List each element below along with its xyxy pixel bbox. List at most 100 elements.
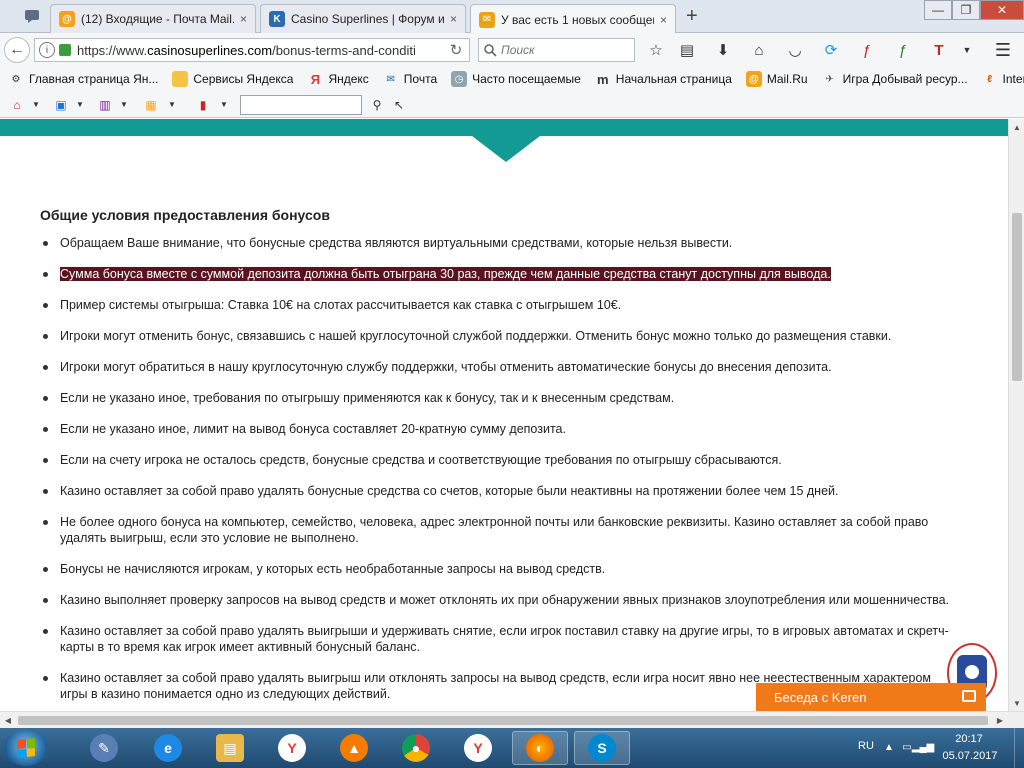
star-icon[interactable]: ☆ [647, 41, 665, 59]
bookmark-start-page[interactable]: m Начальная страница [595, 71, 732, 87]
mail-ru-icon: @ [745, 71, 762, 87]
bookmark-yandex[interactable]: Я Яндекс [307, 71, 369, 87]
tab-title: Casino Superlines | Форум иг [291, 12, 444, 26]
language-indicator[interactable]: RU [858, 740, 874, 752]
close-window-button[interactable]: ✕ [980, 0, 1024, 20]
list-item: Пример системы отыгрыша: Ставка 10€ на с… [40, 297, 960, 313]
show-desktop-button[interactable] [1014, 728, 1024, 768]
firefox-icon: ◐ [526, 734, 554, 762]
chat-widget-button[interactable]: Беседа с Keren [756, 683, 986, 711]
vertical-scrollbar[interactable]: ▲ ▼ [1008, 119, 1024, 711]
taskbar-app-skype[interactable]: S [574, 731, 630, 765]
close-tab-icon[interactable]: × [660, 13, 667, 27]
bookmark-frequent[interactable]: ◷ Часто посещаемые [451, 71, 581, 87]
header-arrow-icon [472, 136, 540, 162]
bookmark-yandex-home[interactable]: ⚙ Главная страница Ян... [8, 71, 159, 87]
maximize-button[interactable]: ❐ [952, 0, 980, 20]
pinned-tab[interactable] [22, 6, 42, 26]
start-button[interactable] [4, 730, 48, 766]
taskbar-app-yandex-2[interactable]: Y [450, 731, 506, 765]
dropdown-icon[interactable]: ▼ [32, 100, 40, 109]
bonus-terms-section: Общие условия предоставления бонусов Обр… [40, 207, 960, 711]
taskbar-app-explorer[interactable]: ▤ [202, 731, 258, 765]
taskbar-app-yandex[interactable]: Y [264, 731, 320, 765]
search-icon [484, 44, 497, 57]
new-tab-button[interactable]: + [686, 5, 698, 28]
show-hidden-icons-icon[interactable]: ▲ [882, 740, 896, 754]
tab-casino-forum[interactable]: K Casino Superlines | Форум иг × [260, 4, 466, 33]
flash-icon[interactable]: ƒ [858, 41, 876, 59]
taskbar-app-firefox[interactable]: ◐ [512, 731, 568, 765]
windows-logo-icon [17, 738, 35, 758]
cursor-icon[interactable]: ↖ [390, 96, 408, 114]
mail-ru-icon: @ [59, 11, 75, 27]
scroll-left-icon[interactable]: ◀ [0, 712, 16, 728]
tab-title: (12) Входящие - Почта Mail.R [81, 12, 234, 26]
search-input[interactable] [501, 43, 621, 57]
taskbar-app-avast[interactable]: ▲ [326, 731, 382, 765]
arrow-left-icon: ← [9, 41, 25, 58]
dropdown-icon[interactable]: ▼ [76, 100, 84, 109]
bookmark-yandex-services[interactable]: Сервисы Яндекса [172, 71, 293, 87]
flash-green-icon[interactable]: ƒ [894, 41, 912, 59]
bookmark-label: Часто посещаемые [472, 72, 581, 86]
bookmark-game[interactable]: ✈ Игра Добывай ресур... [822, 71, 967, 87]
page-icon[interactable]: ▣ [52, 96, 70, 114]
chat-label: Беседа с Keren [774, 689, 867, 705]
taskbar-app-utility[interactable]: ✎ [76, 731, 132, 765]
sync-icon[interactable]: ⟳ [822, 41, 840, 59]
scroll-right-icon[interactable]: ▶ [992, 712, 1008, 728]
home-icon[interactable]: ⌂ [750, 41, 768, 59]
search-box[interactable] [478, 38, 635, 62]
translate-icon[interactable]: T [930, 41, 948, 59]
scroll-thumb[interactable] [18, 716, 988, 725]
system-tray: RU ▲ ▭ ▂▄▆ 20:17 05.07.2017 [848, 728, 1024, 768]
taskbar-app-ie[interactable]: e [140, 731, 196, 765]
bookmark-mail-ru[interactable]: @ Mail.Ru [745, 71, 808, 87]
clipboard-icon[interactable]: ▦ [142, 96, 160, 114]
pocket-icon[interactable]: ◡ [786, 41, 804, 59]
scroll-thumb[interactable] [1012, 213, 1022, 381]
book-icon[interactable]: ▮ [194, 96, 212, 114]
dropdown-icon[interactable]: ▼ [120, 100, 128, 109]
tab-messages-active[interactable]: ✉ У вас есть 1 новых сообщен × [470, 4, 676, 34]
dropdown-icon[interactable]: ▼ [168, 100, 176, 109]
scroll-up-icon[interactable]: ▲ [1009, 119, 1024, 135]
dropdown-icon[interactable]: ▼ [958, 41, 976, 59]
list-item-highlighted: Сумма бонуса вместе с суммой депозита до… [40, 266, 960, 282]
close-tab-icon[interactable]: × [450, 12, 457, 26]
reading-list-icon[interactable]: ▤ [678, 41, 696, 59]
back-button[interactable]: ← [4, 37, 30, 63]
download-icon[interactable]: ⬇ [714, 41, 732, 59]
chat-window-icon[interactable] [962, 690, 976, 702]
address-bar[interactable]: i https://www.casinosuperlines.com/bonus… [34, 38, 470, 62]
signal-icon[interactable]: ▂▄▆ [912, 740, 934, 754]
lock-icon[interactable] [59, 44, 71, 56]
home-icon[interactable]: ⌂ [8, 96, 26, 114]
minimize-button[interactable]: — [924, 0, 952, 20]
horizontal-scrollbar[interactable]: ◀ ▶ [0, 711, 1024, 728]
clock-time[interactable]: 20:17 [944, 733, 994, 745]
menu-icon[interactable]: ☰ [994, 40, 1012, 60]
tab-mail[interactable]: @ (12) Входящие - Почта Mail.R × [50, 4, 256, 33]
url-text[interactable]: https://www.casinosuperlines.com/bonus-t… [77, 43, 443, 58]
clock-date[interactable]: 05.07.2017 [940, 750, 1000, 762]
casino-forum-icon: K [269, 11, 285, 27]
yandex-browser-icon: Y [464, 734, 492, 762]
tab-title: У вас есть 1 новых сообщен [501, 12, 654, 27]
taskbar-app-chrome[interactable]: ● [388, 731, 444, 765]
info-icon[interactable]: i [39, 42, 55, 58]
dropdown-icon[interactable]: ▼ [220, 100, 228, 109]
close-tab-icon[interactable]: × [240, 12, 247, 26]
file-explorer-icon: ▤ [216, 734, 244, 762]
search-icon[interactable]: ⚲ [368, 96, 386, 114]
chat-bubble-icon [25, 10, 39, 23]
reload-icon[interactable]: ↻ [443, 41, 469, 59]
highlighted-text: Сумма бонуса вместе с суммой депозита до… [60, 267, 831, 281]
bookmark-mail[interactable]: ✉ Почта [383, 71, 438, 87]
document-icon[interactable]: ▥ [96, 96, 114, 114]
scroll-down-icon[interactable]: ▼ [1009, 695, 1024, 711]
toolbar-search-input[interactable] [240, 95, 362, 115]
bookmark-interzet[interactable]: ℓ Interzet CRM [982, 71, 1024, 87]
yandex-page-icon: ⚙ [11, 73, 21, 85]
